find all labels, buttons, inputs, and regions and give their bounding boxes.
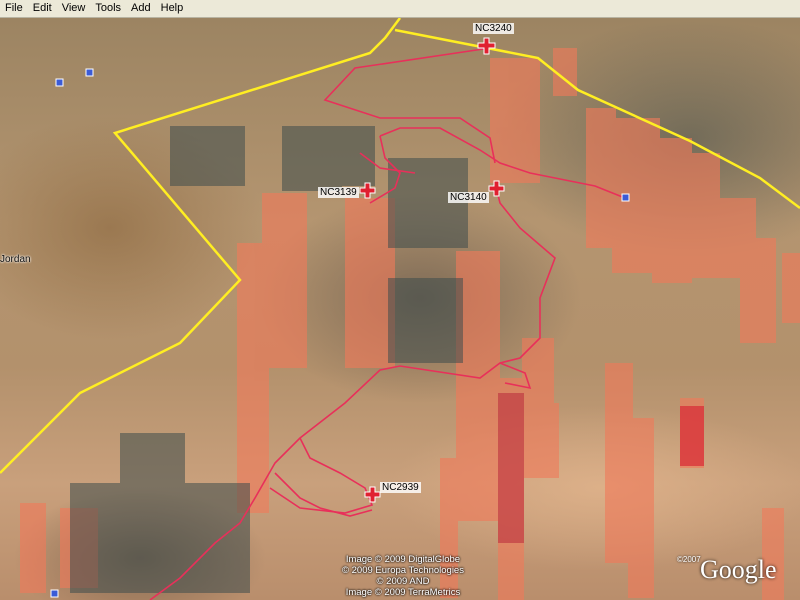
place-label-jordan: Jordan [0,254,31,265]
menu-help[interactable]: Help [156,0,189,17]
credit-line: Image © 2009 TerraMetrics [345,587,461,598]
menu-tools[interactable]: Tools [90,0,126,17]
red-overlay-tile [498,393,524,543]
red-overlay-tile [680,406,704,466]
menu-edit[interactable]: Edit [28,0,57,17]
menu-bar: File Edit View Tools Add Help [0,0,800,18]
marker-label-nc3140[interactable]: NC3140 [448,192,489,203]
credit-line: Image © 2009 DigitalGlobe [345,554,461,565]
google-logo: Google [700,555,777,584]
menu-add[interactable]: Add [126,0,156,17]
credit-line: © 2009 Europa Technologies [342,565,464,576]
credit-line: © 2009 AND [376,576,430,587]
imagery-credits: Image © 2009 DigitalGlobe © 2009 Europa … [318,554,488,598]
map-overlay [0,18,800,600]
menu-view[interactable]: View [57,0,91,17]
menu-file[interactable]: File [0,0,28,17]
map-view[interactable]: Jordan NC3240 NC3139 NC3140 NC2939 Image… [0,18,800,600]
logo-year: ©2007 [677,555,701,564]
marker-label-nc3139[interactable]: NC3139 [318,187,359,198]
marker-label-nc3240[interactable]: NC3240 [473,23,514,34]
marker-label-nc2939[interactable]: NC2939 [380,482,421,493]
